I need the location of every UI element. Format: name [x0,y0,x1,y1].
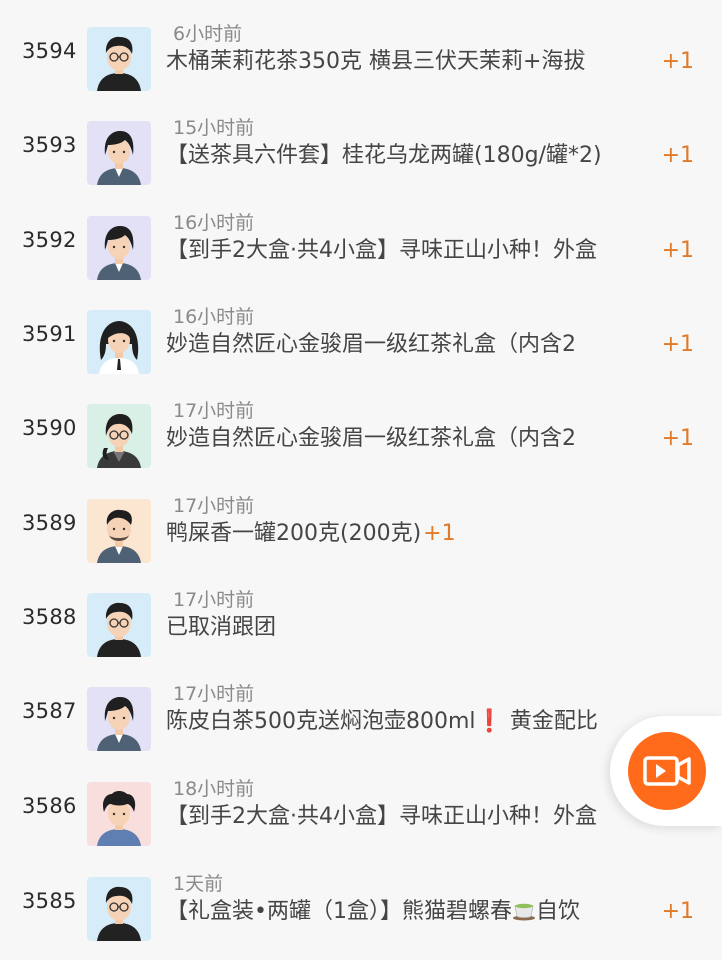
group-order-list: 3594 6小时前 木桶茉莉花茶350克 横县三伏天茉莉+海拔 +1 3593 [0,0,722,960]
order-description: 【礼盒装•两罐（1盒）】熊猫碧螺春 自饮 [166,896,580,928]
order-description: 【到手2大盒·共4小盒】寻味正山小种！外盒 [166,804,597,829]
order-number: 3592 [22,228,77,252]
order-time: 17小时前 [173,495,255,517]
order-row[interactable]: 3591 16小时前 妙造自然匠心金骏眉一级红茶礼盒（内含2 +1 [0,306,722,404]
order-time: 6小时前 [173,23,243,45]
order-row[interactable]: 3594 6小时前 木桶茉莉花茶350克 横县三伏天茉莉+海拔 +1 [0,23,722,121]
order-description: 妙造自然匠心金骏眉一级红茶礼盒（内含2 [166,332,576,357]
order-number: 3589 [22,511,77,535]
user-avatar[interactable] [87,27,151,91]
order-number: 3590 [22,416,77,440]
order-number: 3587 [22,699,77,723]
order-quantity: +1 [661,49,694,74]
order-row[interactable]: 3592 16小时前 【到手2大盒·共4小盒】寻味正山小种！外盒 +1 [0,212,722,310]
user-avatar[interactable] [87,310,151,374]
order-quantity: +1 [423,521,456,546]
order-description-tail: 黄金配比 [502,709,598,734]
order-description: 已取消跟团 [166,615,277,640]
order-description-text: 鸭屎香一罐200克(200克) [166,521,422,546]
order-quantity: +1 [661,238,694,263]
order-time: 18小时前 [173,778,255,800]
order-number: 3585 [22,889,77,913]
order-description: 妙造自然匠心金骏眉一级红茶礼盒（内含2 [166,426,576,451]
order-description-text: 【礼盒装•两罐（1盒）】熊猫碧螺春 [166,899,512,924]
video-camera-icon[interactable] [628,732,706,810]
user-avatar[interactable] [87,877,151,941]
order-row[interactable]: 3590 17小时前 妙造自然匠心金骏眉一级红茶礼盒（内含2 +1 [0,400,722,498]
order-time: 16小时前 [173,306,255,328]
order-description-text: 陈皮白茶500克送焖泡壶800ml [166,709,476,734]
order-number: 3588 [22,605,77,629]
order-time: 1天前 [173,873,224,895]
order-description: 【到手2大盒·共4小盒】寻味正山小种！外盒 [166,238,597,263]
tea-cup-icon [512,903,535,921]
order-row[interactable]: 3586 18小时前 【到手2大盒·共4小盒】寻味正山小种！外盒 +1 [0,778,722,876]
order-quantity: +1 [661,143,694,168]
user-avatar[interactable] [87,499,151,563]
user-avatar[interactable] [87,593,151,657]
order-quantity: +1 [661,899,694,924]
order-description: 鸭屎香一罐200克(200克)+1 [166,518,456,550]
order-number: 3593 [22,133,77,157]
order-time: 16小时前 [173,212,255,234]
order-row[interactable]: 3585 1天前 【礼盒装•两罐（1盒）】熊猫碧螺春 自饮 +1 [0,873,722,960]
order-quantity: +1 [661,332,694,357]
user-avatar[interactable] [87,121,151,185]
order-row[interactable]: 3589 17小时前 鸭屎香一罐200克(200克)+1 [0,495,722,593]
order-quantity: +1 [661,426,694,451]
user-avatar[interactable] [87,216,151,280]
user-avatar[interactable] [87,782,151,846]
order-description-tail: 自饮 [535,899,580,924]
order-description: 陈皮白茶500克送焖泡壶800ml❗ 黄金配比 [166,706,598,738]
exclamation-icon: ❗ [475,709,503,734]
video-float-button[interactable] [610,716,722,826]
order-time: 17小时前 [173,683,255,705]
order-number: 3586 [22,794,77,818]
order-row[interactable]: 3588 17小时前 已取消跟团 [0,589,722,687]
order-description: 木桶茉莉花茶350克 横县三伏天茉莉+海拔 [166,49,586,74]
order-number: 3594 [22,39,77,63]
order-number: 3591 [22,322,77,346]
user-avatar[interactable] [87,687,151,751]
order-time: 17小时前 [173,589,255,611]
user-avatar[interactable] [87,404,151,468]
order-time: 17小时前 [173,400,255,422]
order-time: 15小时前 [173,117,255,139]
order-description: 【送茶具六件套】桂花乌龙两罐(180g/罐*2) [166,143,602,168]
order-row[interactable]: 3593 15小时前 【送茶具六件套】桂花乌龙两罐(180g/罐*2) +1 [0,117,722,215]
